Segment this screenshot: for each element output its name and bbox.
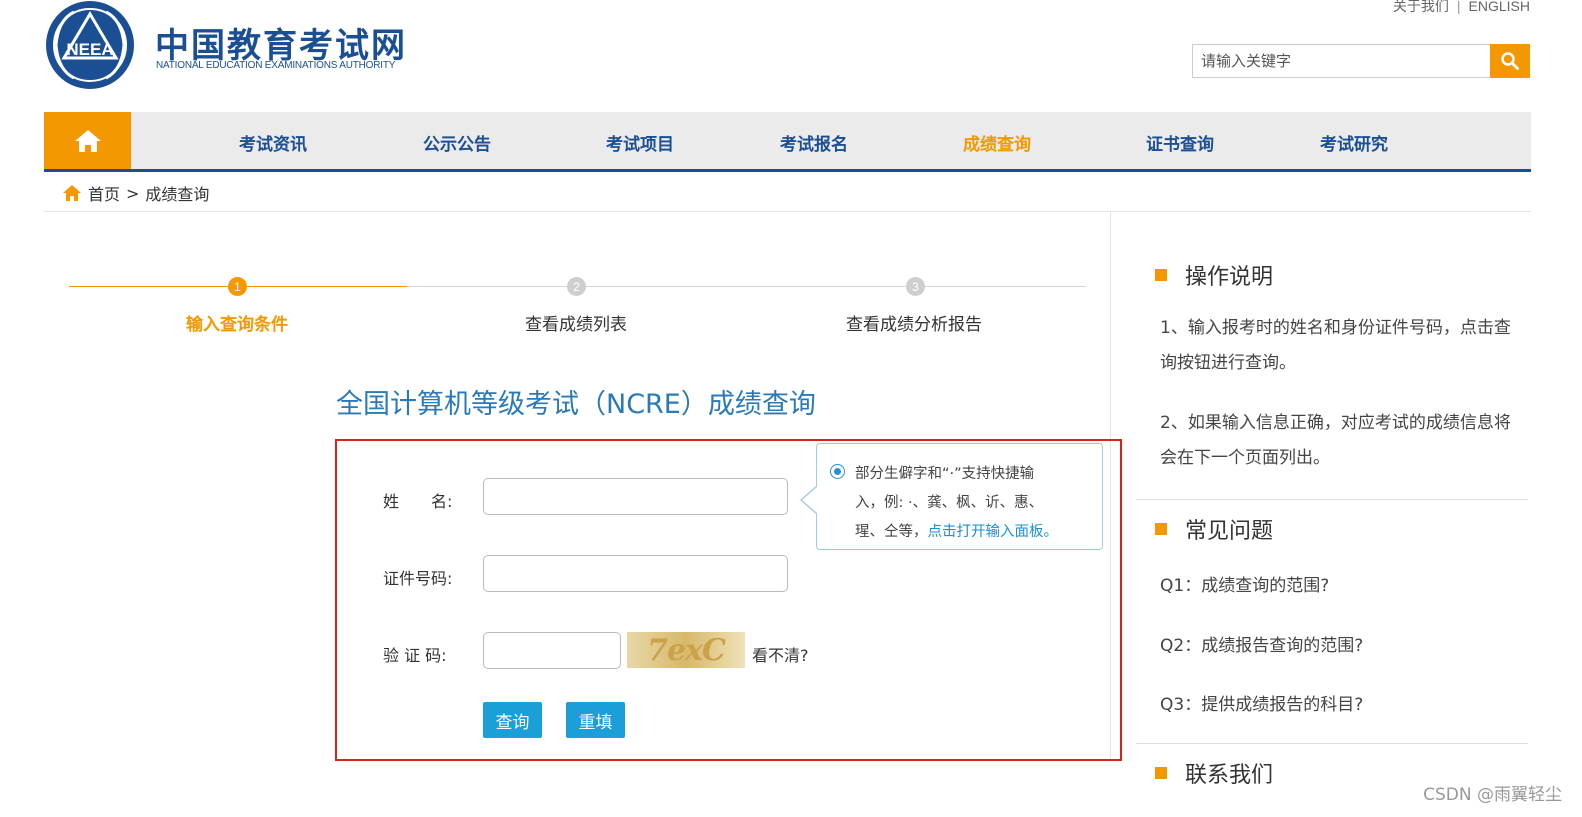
form-title: 全国计算机等级考试（NCRE）成绩查询 (336, 389, 816, 420)
nav-item-certificate-query[interactable]: 证书查询 (1146, 130, 1214, 155)
nav-item-exam-news[interactable]: 考试资讯 (239, 130, 307, 155)
sidebar-divider (1136, 499, 1528, 500)
step-2-dot: 2 (567, 277, 586, 296)
contact-heading: 联系我们 (1155, 757, 1273, 789)
faq-item-3[interactable]: Q3：提供成绩报告的科目? (1160, 690, 1363, 715)
tip-line-2: 入，例: ·、龚、枫、䜣、惠、 (855, 495, 1044, 511)
step-2-label: 查看成绩列表 (525, 315, 627, 335)
name-input[interactable] (483, 478, 788, 515)
nav-home-button[interactable] (44, 112, 131, 169)
nav-item-announcements[interactable]: 公示公告 (423, 130, 491, 155)
neea-logo-emblem[interactable]: NEEA (44, 0, 136, 90)
breadcrumb-current: 成绩查询 (145, 185, 210, 204)
id-number-input[interactable] (483, 555, 788, 592)
logo-emblem-text: NEEA (66, 40, 113, 59)
breadcrumb-divider (44, 211, 1531, 212)
captcha-image[interactable]: 7exC (627, 632, 745, 668)
step-1-label: 输入查询条件 (186, 315, 288, 335)
watermark: CSDN @雨翼轻尘 (1423, 785, 1562, 805)
tip-radio-icon (830, 464, 845, 479)
faq-item-1[interactable]: Q1：成绩查询的范围? (1160, 571, 1329, 596)
home-icon (74, 129, 101, 152)
step-1-dot: 1 (228, 277, 247, 296)
logo-subtitle: NATIONAL EDUCATION EXAMINATIONS AUTHORIT… (156, 60, 396, 71)
tip-line-1: 部分生僻字和“·”支持快捷输 (855, 466, 1035, 482)
home-icon (63, 185, 81, 201)
faq-title: 常见问题 (1185, 519, 1274, 544)
nav-item-score-query[interactable]: 成绩查询 (963, 130, 1031, 155)
captcha-text: 7exC (647, 632, 726, 668)
id-number-label: 证件号码: (383, 569, 453, 588)
captcha-label: 验 证 码: (383, 646, 447, 665)
breadcrumb: 首页 > 成绩查询 (62, 181, 209, 205)
tip-pointer-inner (802, 487, 817, 513)
contact-title: 联系我们 (1185, 763, 1274, 788)
nav-item-registration[interactable]: 考试报名 (780, 130, 848, 155)
rare-char-tip: 部分生僻字和“·”支持快捷输 入，例: ·、龚、枫、䜣、惠、 瑆、仝等，点击打开… (816, 443, 1103, 550)
search-input[interactable] (1192, 44, 1490, 78)
heading-marker (1155, 269, 1167, 281)
nav-item-exam-projects[interactable]: 考试项目 (606, 130, 674, 155)
heading-marker (1155, 523, 1167, 535)
search-button[interactable] (1490, 44, 1530, 78)
tip-line-3-text: 瑆、仝等， (855, 524, 928, 540)
name-label: 姓 名: (383, 492, 453, 511)
faq-item-2[interactable]: Q2：成绩报告查询的范围? (1160, 631, 1363, 656)
step-3-dot: 3 (906, 277, 925, 296)
instructions-title: 操作说明 (1185, 265, 1274, 290)
breadcrumb-separator: > (126, 183, 140, 203)
sidebar-divider (1136, 743, 1528, 744)
link-separator: | (1456, 0, 1461, 14)
step-progress-line (407, 286, 1086, 287)
query-button[interactable]: 查询 (483, 702, 542, 738)
captcha-refresh-link[interactable]: 看不清? (752, 642, 809, 666)
tip-line-3: 瑆、仝等，点击打开输入面板。 (855, 518, 1094, 547)
reset-button[interactable]: 重填 (566, 702, 625, 738)
open-input-panel-link[interactable]: 点击打开输入面板。 (928, 524, 1059, 540)
nav-item-exam-research[interactable]: 考试研究 (1320, 130, 1388, 155)
instructions-heading: 操作说明 (1155, 259, 1273, 291)
english-link[interactable]: ENGLISH (1469, 0, 1530, 14)
captcha-input[interactable] (483, 632, 621, 669)
breadcrumb-home-link[interactable]: 首页 (88, 181, 120, 205)
instruction-2: 2、如果输入信息正确，对应考试的成绩信息将会在下一个页面列出。 (1160, 413, 1511, 468)
top-links: 关于我们 | ENGLISH (1393, 0, 1530, 16)
step-3-label: 查看成绩分析报告 (846, 315, 982, 335)
about-us-link[interactable]: 关于我们 (1393, 0, 1449, 14)
instruction-1: 1、输入报考时的姓名和身份证件号码，点击查询按钮进行查询。 (1160, 318, 1511, 373)
main-nav: 考试资讯 公示公告 考试项目 考试报名 成绩查询 证书查询 考试研究 (44, 112, 1531, 172)
heading-marker (1155, 767, 1167, 779)
faq-heading: 常见问题 (1155, 513, 1273, 545)
search-icon (1501, 52, 1519, 70)
